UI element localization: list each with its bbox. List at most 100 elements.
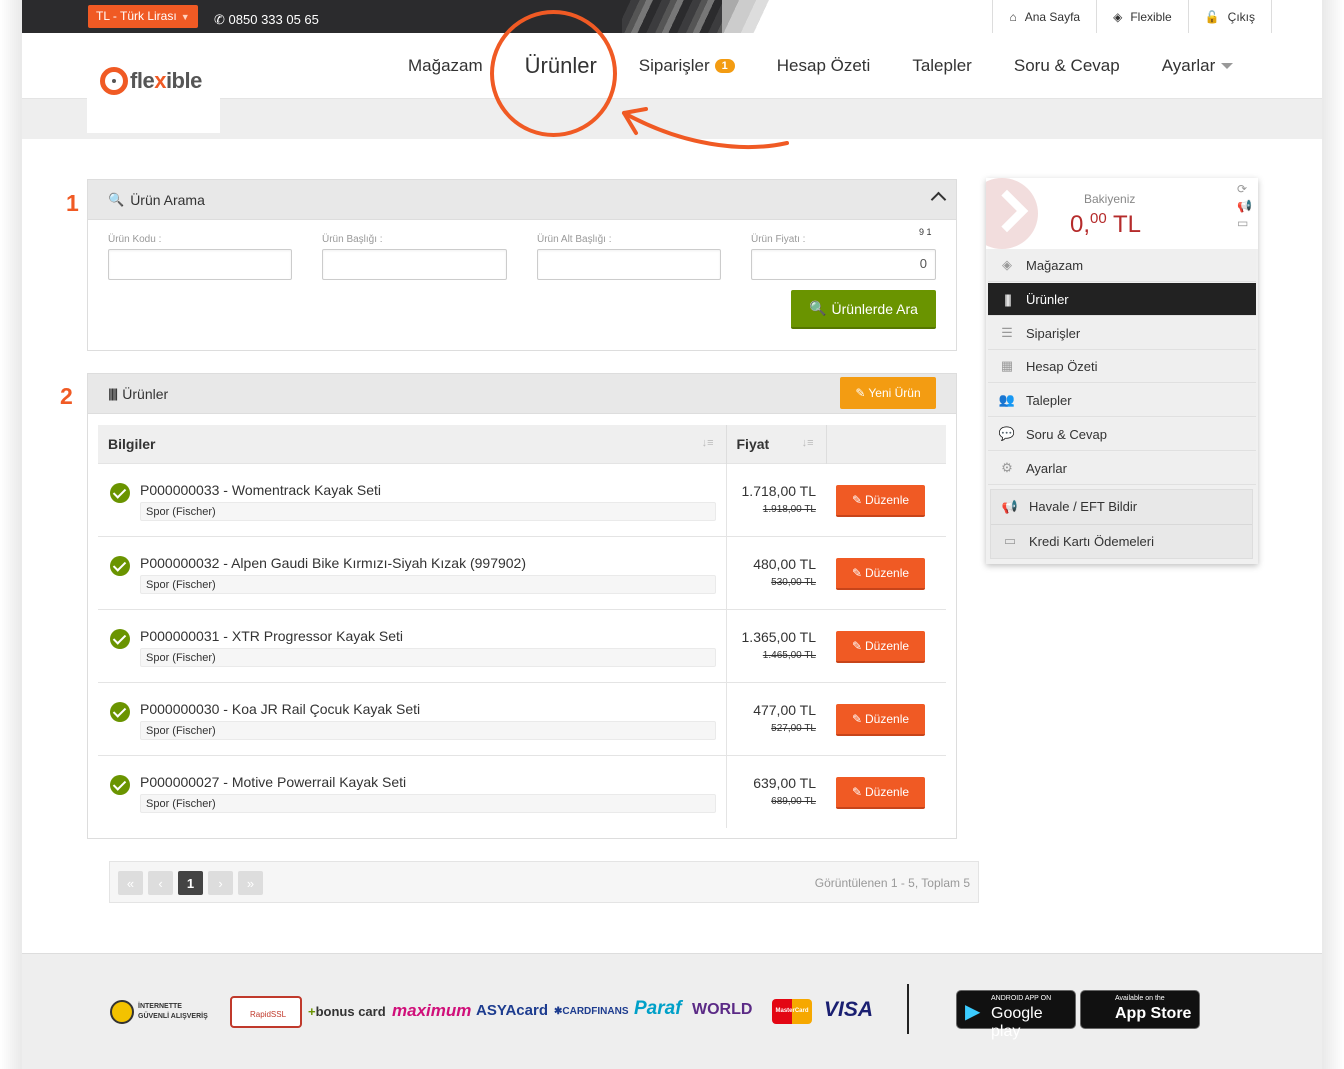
caret-down-icon	[1221, 63, 1234, 69]
row-price-cell: 639,00 TL 689,00 TL	[725, 754, 826, 828]
nav-settings[interactable]: Ayarlar	[1162, 56, 1234, 76]
marker-1: 1	[66, 190, 79, 216]
logo-box[interactable]: fle x ible	[87, 33, 220, 133]
current-page-button[interactable]: 1	[178, 871, 203, 895]
edit-button[interactable]: ✎ Düzenle	[836, 484, 925, 517]
nav-orders[interactable]: Siparişler 1	[639, 56, 735, 76]
product-title[interactable]: P000000027 - Motive Powerrail Kayak Seti	[140, 774, 406, 790]
products-panel: |||||| Ürünler ✎ Yeni Ürün Bilgiler ↓≡ Fiy…	[87, 373, 957, 839]
sort-icon[interactable]: ↓≡	[702, 437, 714, 449]
sidebar-item-qa[interactable]: 💬 Soru & Cevap	[988, 418, 1256, 451]
sidebar-item-requests[interactable]: 👥 Talepler	[988, 384, 1256, 417]
sort-numeric-icon[interactable]: 9 1	[919, 228, 932, 237]
flexible-link[interactable]: ◈ Flexible	[1096, 0, 1188, 33]
balance-label: Bakiyeniz	[1084, 192, 1136, 206]
secure-line1: İNTERNETTE	[138, 1003, 182, 1010]
edit-icon: ✎	[851, 638, 863, 653]
barcode-icon: ||||||	[108, 386, 118, 401]
product-title[interactable]: P000000033 - Womentrack Kayak Seti	[140, 482, 381, 498]
edit-button[interactable]: ✎ Düzenle	[836, 703, 925, 736]
chevron-right-icon	[986, 178, 1038, 249]
edit-icon: ✎	[851, 565, 863, 580]
search-products-button-label: Ürünlerde Ara	[831, 300, 918, 317]
row-price-cell: 1.718,00 TL 1.918,00 TL	[725, 462, 826, 536]
nav-store[interactable]: Mağazam	[408, 56, 483, 76]
row-info-cell: P000000031 - XTR Progressor Kayak Seti Sp…	[98, 608, 726, 682]
products-table: Bilgiler ↓≡ Fiyat ↓≡ P000000033 - Womentra…	[98, 425, 946, 828]
sidebar-item-products[interactable]: |||| Ürünler	[988, 283, 1256, 316]
sidebar-item-settings[interactable]: ⚙ Ayarlar	[988, 452, 1256, 485]
logout-link[interactable]: 🔓 Çıkış	[1187, 0, 1272, 33]
edit-button[interactable]: ✎ Düzenle	[836, 557, 925, 590]
search-panel: 🔍 Ürün Arama Ürün Kodu : Ürün Başlığı : …	[87, 179, 957, 351]
sidebar-item-card-payments[interactable]: ▭ Kredi Kartı Ödemeleri	[991, 524, 1252, 557]
row-action-cell: ✎ Düzenle	[826, 608, 946, 682]
product-title[interactable]: P000000032 - Alpen Gaudi Bike Kırmızı-Si…	[140, 555, 526, 571]
google-play-small: ANDROID APP ON	[991, 995, 1052, 1002]
edit-button[interactable]: ✎ Düzenle	[836, 776, 925, 809]
sidebar-item-orders[interactable]: ☰ Siparişler	[988, 317, 1256, 350]
main-nav: Mağazam Ürünler Siparişler 1 Hesap Özeti …	[387, 33, 1254, 99]
sidebar-item-eft-notify[interactable]: 📢 Havale / EFT Bildir	[991, 490, 1252, 523]
product-price: 480,00 TL	[753, 555, 816, 572]
product-title[interactable]: P000000031 - XTR Progressor Kayak Seti	[140, 628, 403, 644]
product-subtitle-input[interactable]	[537, 249, 721, 280]
phone-label: 0850 333 05 65	[228, 12, 319, 27]
visa-logo: VISA	[824, 998, 874, 1021]
page-shadow-right	[1322, 0, 1344, 1069]
last-page-button[interactable]: »	[238, 871, 263, 895]
edit-square-icon: ✎	[855, 386, 866, 400]
check-circle-icon	[110, 774, 130, 795]
nav-account-summary[interactable]: Hesap Özeti	[777, 56, 871, 76]
currency-dropdown[interactable]: TL - Türk Lirası ▼	[88, 5, 198, 28]
nav-orders-label: Siparişler	[638, 56, 710, 75]
bullhorn-icon: 📢	[1001, 498, 1019, 514]
world-logo: WORLD	[692, 1001, 753, 1018]
product-code-input[interactable]	[108, 249, 292, 280]
credit-card-icon[interactable]: ▭	[1237, 216, 1252, 230]
balance-box: Bakiyeniz 0,00 TL ⟳ 📢 ▭	[986, 178, 1258, 249]
refresh-icon[interactable]: ⟳	[1237, 182, 1252, 196]
sidebar-item-store[interactable]: ◈ Mağazam	[988, 249, 1256, 282]
google-play-badge[interactable]: ▶ ANDROID APP ON Google play	[956, 990, 1076, 1040]
product-price: 1.718,00 TL	[741, 482, 816, 499]
logo-text-pre: fle	[130, 68, 155, 93]
column-info[interactable]: Bilgiler ↓≡	[98, 425, 727, 463]
sort-icon[interactable]: ↓≡	[802, 437, 814, 449]
bullhorn-icon[interactable]: 📢	[1237, 199, 1252, 213]
credit-card-icon: ▭	[1003, 533, 1017, 548]
marker-2: 2	[60, 383, 73, 409]
new-product-button-label: Yeni Ürün	[868, 386, 921, 400]
column-price[interactable]: Fiyat ↓≡	[726, 425, 827, 463]
new-product-button[interactable]: ✎ Yeni Ürün	[840, 377, 936, 409]
product-title[interactable]: P000000030 - Koa JR Rail Çocuk Kayak Set…	[140, 701, 420, 717]
logo: fle x ible	[100, 67, 202, 95]
search-panel-header[interactable]: 🔍 Ürün Arama	[88, 180, 956, 220]
barcode-icon: ||||	[1004, 291, 1012, 307]
top-bar: TL - Türk Lirası ▼ ✆ 0850 333 05 65 ⌂ Ana …	[22, 0, 1322, 33]
product-price-input[interactable]: 0	[751, 249, 936, 280]
row-action-cell: ✎ Düzenle	[826, 754, 946, 828]
highlight-arrow-icon	[622, 107, 789, 150]
table-row: P000000032 - Alpen Gaudi Bike Kırmızı-Si…	[98, 535, 946, 609]
app-store-badge[interactable]: Available on the App Store	[1080, 990, 1200, 1029]
sidebar-item-label: Ayarlar	[1026, 460, 1067, 476]
nav-qa[interactable]: Soru & Cevap	[1014, 56, 1120, 76]
next-page-button[interactable]: ›	[208, 871, 233, 895]
sidebar-item-account-summary[interactable]: ▦ Hesap Özeti	[988, 350, 1256, 383]
nav-requests[interactable]: Talepler	[912, 56, 972, 76]
edit-button[interactable]: ✎ Düzenle	[836, 630, 925, 663]
chevron-down-icon: ▼	[180, 12, 190, 22]
nav-products[interactable]: Ürünler	[525, 53, 597, 79]
edit-button-label: Düzenle	[865, 711, 910, 726]
product-title-input[interactable]	[322, 249, 507, 280]
prev-page-button[interactable]: ‹	[148, 871, 173, 895]
home-link[interactable]: ⌂ Ana Sayfa	[992, 0, 1096, 33]
check-circle-icon	[110, 555, 130, 576]
chevron-up-icon[interactable]	[930, 191, 947, 208]
search-products-button[interactable]: 🔍 Ürünlerde Ara	[791, 290, 936, 329]
product-old-price: 1.465,00 TL	[762, 649, 816, 661]
balance-value: 0,00 TL	[1070, 210, 1141, 239]
check-circle-icon	[110, 628, 130, 649]
first-page-button[interactable]: «	[118, 871, 143, 895]
